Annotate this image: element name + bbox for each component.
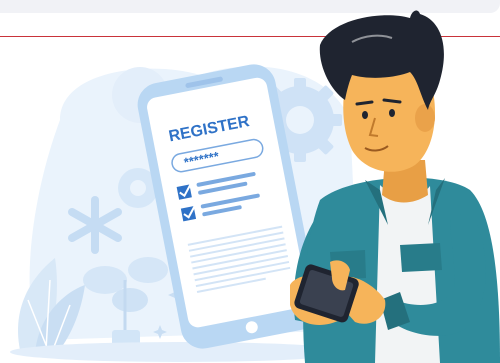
illustration-scene: REGISTER ******* [10, 10, 500, 363]
ground-shadow [10, 342, 350, 362]
register-illustration: REGISTER ******* [0, 0, 500, 363]
